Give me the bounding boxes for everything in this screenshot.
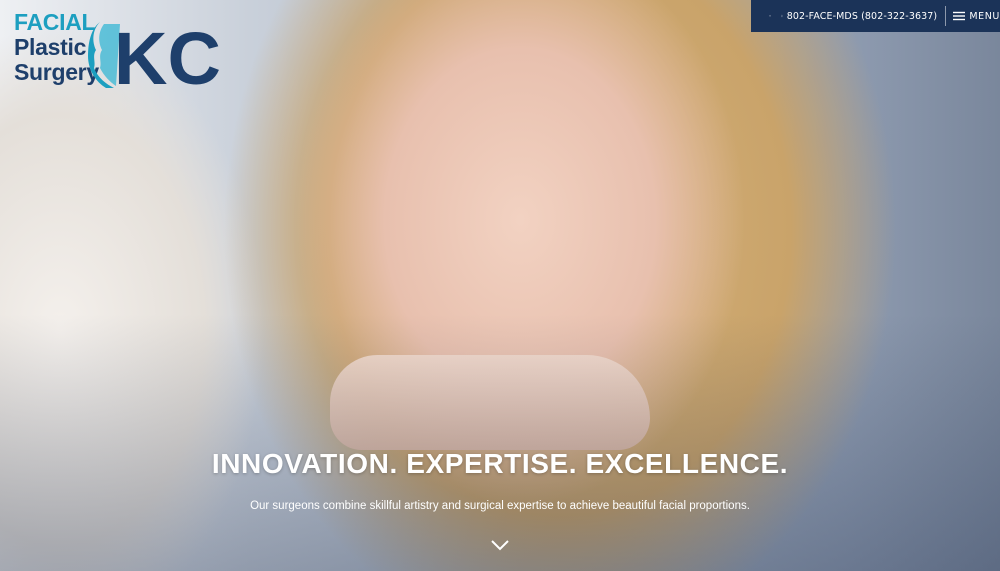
logo-mark-text: KC [114,17,221,94]
hamburger-icon [953,11,966,21]
map-pin-icon[interactable] [769,7,771,25]
mobile-phone-icon [781,15,783,17]
chevron-down-icon[interactable] [489,537,511,553]
phone-link[interactable]: 802-FACE-MDS (802-322-3637) [787,11,938,22]
menu-label: MENU [969,10,1000,22]
site-logo[interactable]: FACIAL Plastic Surgery KC [14,10,224,95]
logo-kc-mark: KC [88,17,221,94]
hero-subline: Our surgeons combine skillful artistry a… [250,500,750,512]
menu-button[interactable]: MENU [953,11,1000,22]
hero-headline: INNOVATION. EXPERTISE. EXCELLENCE. [211,448,789,479]
top-contact-bar: 802-FACE-MDS (802-322-3637) MENU [751,0,1000,32]
